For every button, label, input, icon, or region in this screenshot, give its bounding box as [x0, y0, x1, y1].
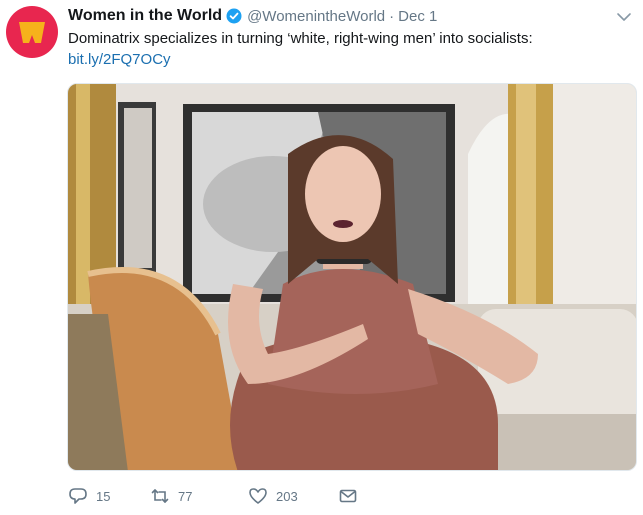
reply-button[interactable]: 15 — [68, 486, 150, 506]
tweet-photo[interactable] — [67, 83, 637, 471]
author-display-name[interactable]: Women in the World — [68, 7, 222, 25]
reply-count: 15 — [96, 488, 111, 504]
retweet-count: 77 — [178, 488, 193, 504]
photo-illustration — [68, 84, 636, 470]
like-button[interactable]: 203 — [248, 486, 338, 506]
tweet-date[interactable]: Dec 1 — [398, 8, 437, 25]
tweet-text: Dominatrix specializes in turning ‘white… — [68, 30, 533, 47]
reply-icon — [69, 488, 87, 504]
chevron-down-icon[interactable] — [615, 8, 633, 26]
like-count: 203 — [276, 488, 298, 504]
header-separator: · — [389, 7, 395, 25]
tweet-actions: 15 77 203 — [68, 486, 358, 506]
heart-icon — [249, 488, 267, 504]
tweet-link[interactable]: bit.ly/2FQ7OCy — [68, 50, 171, 70]
author-handle[interactable]: @WomenintheWorld — [247, 8, 385, 25]
retweet-button[interactable]: 77 — [150, 486, 248, 506]
women-in-the-world-logo — [19, 22, 45, 43]
author-avatar[interactable] — [6, 6, 58, 58]
envelope-icon — [339, 489, 357, 503]
retweet-icon — [151, 489, 169, 503]
tweet-header: Women in the World @WomenintheWorld · De… — [68, 6, 437, 26]
verified-badge-icon — [226, 8, 242, 24]
direct-message-button[interactable] — [338, 486, 358, 506]
